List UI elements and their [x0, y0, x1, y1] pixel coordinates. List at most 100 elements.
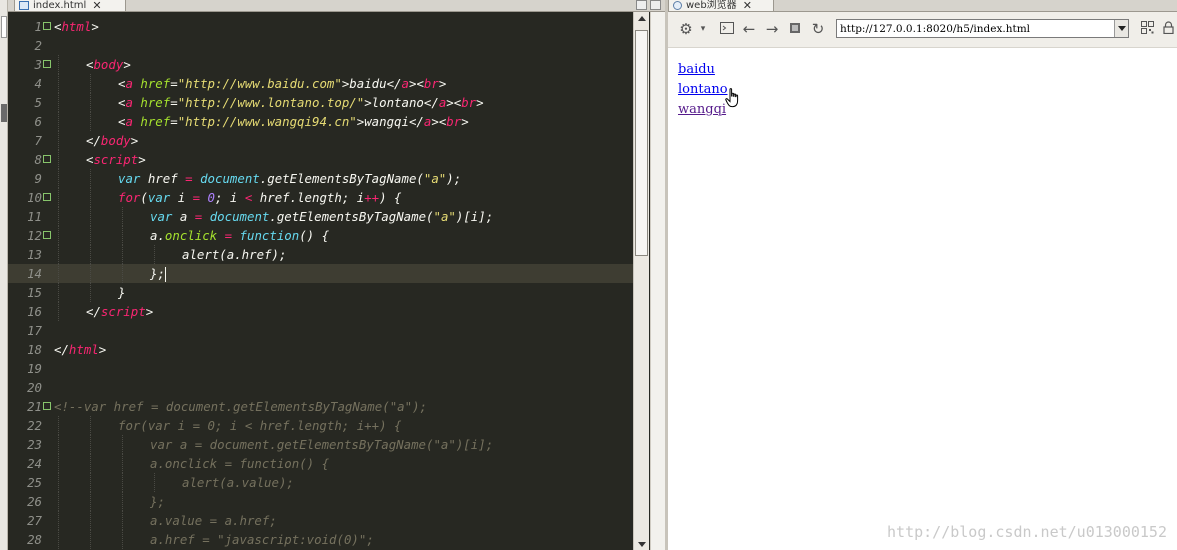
scrollbar-thumb[interactable] [635, 30, 648, 256]
code-line[interactable]: 24 a.onclick = function() { [8, 454, 633, 473]
qrcode-icon[interactable] [1138, 20, 1156, 38]
lock-icon[interactable] [1160, 20, 1176, 38]
code-editor[interactable]: 1 <html> 2 3 <body> 4 <a href="http://www.baid… [8, 12, 633, 550]
chevron-down-icon[interactable]: ▾ [697, 20, 709, 38]
code-line[interactable]: 25 alert(a.value); [8, 473, 633, 492]
code-token: html [61, 19, 92, 34]
indent-guide [90, 492, 91, 511]
tab-web-browser[interactable]: web浏览器 ✕ [668, 0, 774, 12]
code-token: getElementsByTagName( [267, 171, 424, 186]
code-token: = [170, 114, 178, 129]
code-text: <html> [54, 17, 99, 36]
close-icon[interactable]: ✕ [743, 0, 752, 11]
fold-toggle-icon[interactable] [43, 155, 51, 163]
fold-toggle-icon[interactable] [43, 60, 51, 68]
line-number: 17 [27, 323, 42, 338]
code-line[interactable]: 4 <a href="http://www.baidu.com">baidu</a… [8, 74, 633, 93]
close-icon[interactable]: ✕ [92, 0, 101, 11]
code-text: } [118, 283, 125, 302]
code-line[interactable]: 22 for(var i = 0; i < href.length; i++) { [8, 416, 633, 435]
address-bar[interactable] [836, 19, 1129, 38]
code-line[interactable]: 6 <a href="http://www.wangqi94.cn">wangqi… [8, 112, 633, 131]
fold-toggle-icon[interactable] [43, 193, 51, 201]
scroll-down-icon[interactable] [638, 542, 646, 547]
line-number: 28 [27, 532, 42, 547]
fold-toggle-icon[interactable] [43, 402, 51, 410]
scroll-up-icon[interactable] [638, 16, 646, 21]
line-number: 10 [27, 190, 42, 205]
code-line[interactable]: 12 a.onclick = function() { [8, 226, 633, 245]
code-line[interactable]: 14}; [8, 264, 633, 283]
code-line[interactable]: 18 </html> [8, 340, 633, 359]
code-token: >< [408, 76, 424, 91]
code-token: "http://www.baidu.com" [177, 76, 342, 91]
code-line[interactable]: 1 <html> [8, 17, 633, 36]
code-line[interactable]: 27 a.value = a.href; [8, 511, 633, 530]
code-line[interactable]: 28 a.href = "javascript:void(0)"; [8, 530, 633, 549]
indent-guide [90, 74, 91, 93]
line-number: 5 [34, 95, 42, 110]
code-token: }; [150, 494, 165, 509]
code-text: <body> [86, 55, 131, 74]
code-text: a.onclick = function() { [150, 226, 329, 245]
code-line[interactable]: 5 <a href="http://www.lontano.top/">lonta… [8, 93, 633, 112]
code-token: href [147, 171, 186, 186]
code-line[interactable]: 11 var a = document.getElementsByTagName(… [8, 207, 633, 226]
indent-guide [90, 188, 91, 207]
code-line[interactable]: 3 <body> [8, 55, 633, 74]
link-wangqi[interactable]: wangqi [678, 102, 726, 118]
url-dropdown-button[interactable] [1114, 20, 1128, 37]
code-line[interactable]: 20 [8, 378, 633, 397]
url-input[interactable] [837, 20, 1114, 37]
code-token: < [244, 190, 260, 205]
forward-arrow-icon[interactable]: → [763, 20, 781, 38]
back-arrow-icon[interactable]: ← [740, 20, 758, 38]
indent-guide [154, 245, 155, 264]
indent-guide [90, 245, 91, 264]
code-token: function [239, 228, 300, 243]
code-line[interactable]: 26}; [8, 492, 633, 511]
code-line[interactable]: 17 [8, 321, 633, 340]
indent-guide [90, 264, 91, 283]
code-line[interactable]: 19 [8, 359, 633, 378]
fold-toggle-icon[interactable] [43, 231, 51, 239]
link-lontano[interactable]: lontano [678, 82, 728, 98]
code-line[interactable]: 2 [8, 36, 633, 55]
editor-tab-bar: index.html ✕ [8, 0, 665, 12]
stop-icon[interactable] [786, 20, 804, 38]
indent-guide [58, 245, 59, 264]
console-icon[interactable] [718, 20, 736, 38]
code-token: = [185, 171, 201, 186]
code-line[interactable]: 7 </body> [8, 131, 633, 150]
code-token: a [179, 209, 195, 224]
code-line[interactable]: 8 <script> [8, 150, 633, 169]
minimize-button[interactable] [636, 0, 647, 10]
browser-tab-bar: web浏览器 ✕ [668, 0, 1177, 12]
code-token: ++ [364, 190, 380, 205]
code-token: alert(a.href); [182, 247, 287, 262]
refresh-icon[interactable]: ↻ [809, 20, 827, 38]
editor-window-controls [636, 0, 661, 12]
indent-guide [58, 530, 59, 549]
code-text: <a href="http://www.wangqi94.cn">wangqi<… [118, 112, 469, 131]
maximize-button[interactable] [650, 0, 661, 10]
indent-guide [122, 530, 123, 549]
code-line[interactable]: 23 var a = document.getElementsByTagName(… [8, 435, 633, 454]
code-line[interactable]: 21 <!--var href = document.getElementsByT… [8, 397, 633, 416]
code-text: for(var i = 0; i < href.length; i++) { [118, 416, 401, 435]
code-line[interactable]: 10 for(var i = 0; i < href.length; i++) { [8, 188, 633, 207]
code-line[interactable]: 15} [8, 283, 633, 302]
code-line[interactable]: 13 alert(a.href); [8, 245, 633, 264]
code-text: var a = document.getElementsByTagName("a… [150, 207, 493, 226]
tab-index-html[interactable]: index.html ✕ [14, 0, 126, 12]
editor-vertical-scrollbar[interactable] [633, 12, 649, 550]
link-baidu[interactable]: baidu [678, 62, 715, 78]
code-token: ( [140, 190, 148, 205]
code-text: </html> [54, 340, 106, 359]
indent-guide [58, 93, 59, 112]
fold-toggle-icon[interactable] [43, 22, 51, 30]
indent-guide [90, 207, 91, 226]
code-line[interactable]: 16 </script> [8, 302, 633, 321]
code-line[interactable]: 9 var href = document.getElementsByTagNam… [8, 169, 633, 188]
gear-icon[interactable]: ⚙ [676, 20, 696, 38]
